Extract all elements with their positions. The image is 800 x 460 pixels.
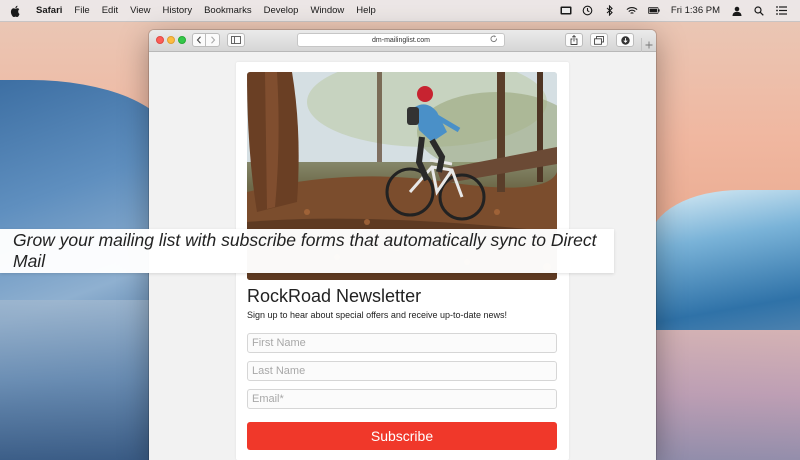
menu-app-safari[interactable]: Safari <box>30 5 68 16</box>
menu-bookmarks[interactable]: Bookmarks <box>198 5 258 16</box>
downloads-button[interactable] <box>616 33 634 47</box>
display-mirror-icon[interactable] <box>560 6 572 16</box>
desktop-wallpaper-wave-left-lower <box>0 300 160 460</box>
plus-icon <box>645 41 652 49</box>
chevron-left-icon <box>196 36 201 44</box>
forward-button[interactable] <box>206 33 220 47</box>
address-url: dm-mailinglist.com <box>372 36 430 44</box>
promo-banner: Grow your mailing list with subscribe fo… <box>0 229 614 273</box>
spotlight-icon[interactable] <box>753 5 765 16</box>
menu-clock[interactable]: Fri 1:36 PM <box>671 5 720 16</box>
share-icon <box>570 35 578 45</box>
menu-help[interactable]: Help <box>350 5 382 16</box>
window-close-button[interactable] <box>156 36 164 44</box>
newsletter-title: RockRoad Newsletter <box>247 286 422 306</box>
tabs-overview-icon <box>594 35 604 45</box>
last-name-field[interactable] <box>247 361 557 381</box>
menu-file[interactable]: File <box>68 5 95 16</box>
menu-view[interactable]: View <box>124 5 156 16</box>
address-bar[interactable]: dm-mailinglist.com <box>297 33 505 47</box>
subscribe-button[interactable]: Subscribe <box>247 422 557 450</box>
back-button[interactable] <box>192 33 206 47</box>
desktop-wallpaper-wave-right-lower <box>650 330 800 460</box>
browser-toolbar: dm-mailinglist.com <box>149 30 656 52</box>
notification-center-icon[interactable] <box>775 6 787 16</box>
new-tab-button[interactable] <box>641 38 655 52</box>
newsletter-subtitle: Sign up to hear about special offers and… <box>247 310 507 320</box>
bluetooth-icon[interactable] <box>604 5 616 16</box>
promo-banner-text: Grow your mailing list with subscribe fo… <box>13 230 597 271</box>
user-icon[interactable] <box>731 6 743 16</box>
menu-edit[interactable]: Edit <box>96 5 124 16</box>
apple-icon[interactable] <box>10 5 22 17</box>
tabs-overview-button[interactable] <box>590 33 608 47</box>
sidebar-icon <box>231 36 241 44</box>
sidebar-button[interactable] <box>227 33 245 47</box>
first-name-field[interactable] <box>247 333 557 353</box>
menu-bar: Safari File Edit View History Bookmarks … <box>0 0 800 22</box>
window-minimize-button[interactable] <box>167 36 175 44</box>
chevron-right-icon <box>210 36 215 44</box>
wifi-icon[interactable] <box>626 6 638 16</box>
window-fullscreen-button[interactable] <box>178 36 186 44</box>
menu-develop[interactable]: Develop <box>258 5 305 16</box>
time-machine-icon[interactable] <box>582 5 594 16</box>
menu-window[interactable]: Window <box>304 5 350 16</box>
share-button[interactable] <box>565 33 583 47</box>
email-field[interactable] <box>247 389 557 409</box>
menu-history[interactable]: History <box>157 5 199 16</box>
download-icon <box>620 35 630 45</box>
reload-icon[interactable] <box>490 35 500 45</box>
status-menus: Fri 1:36 PM <box>555 5 800 16</box>
battery-icon[interactable] <box>647 6 660 16</box>
